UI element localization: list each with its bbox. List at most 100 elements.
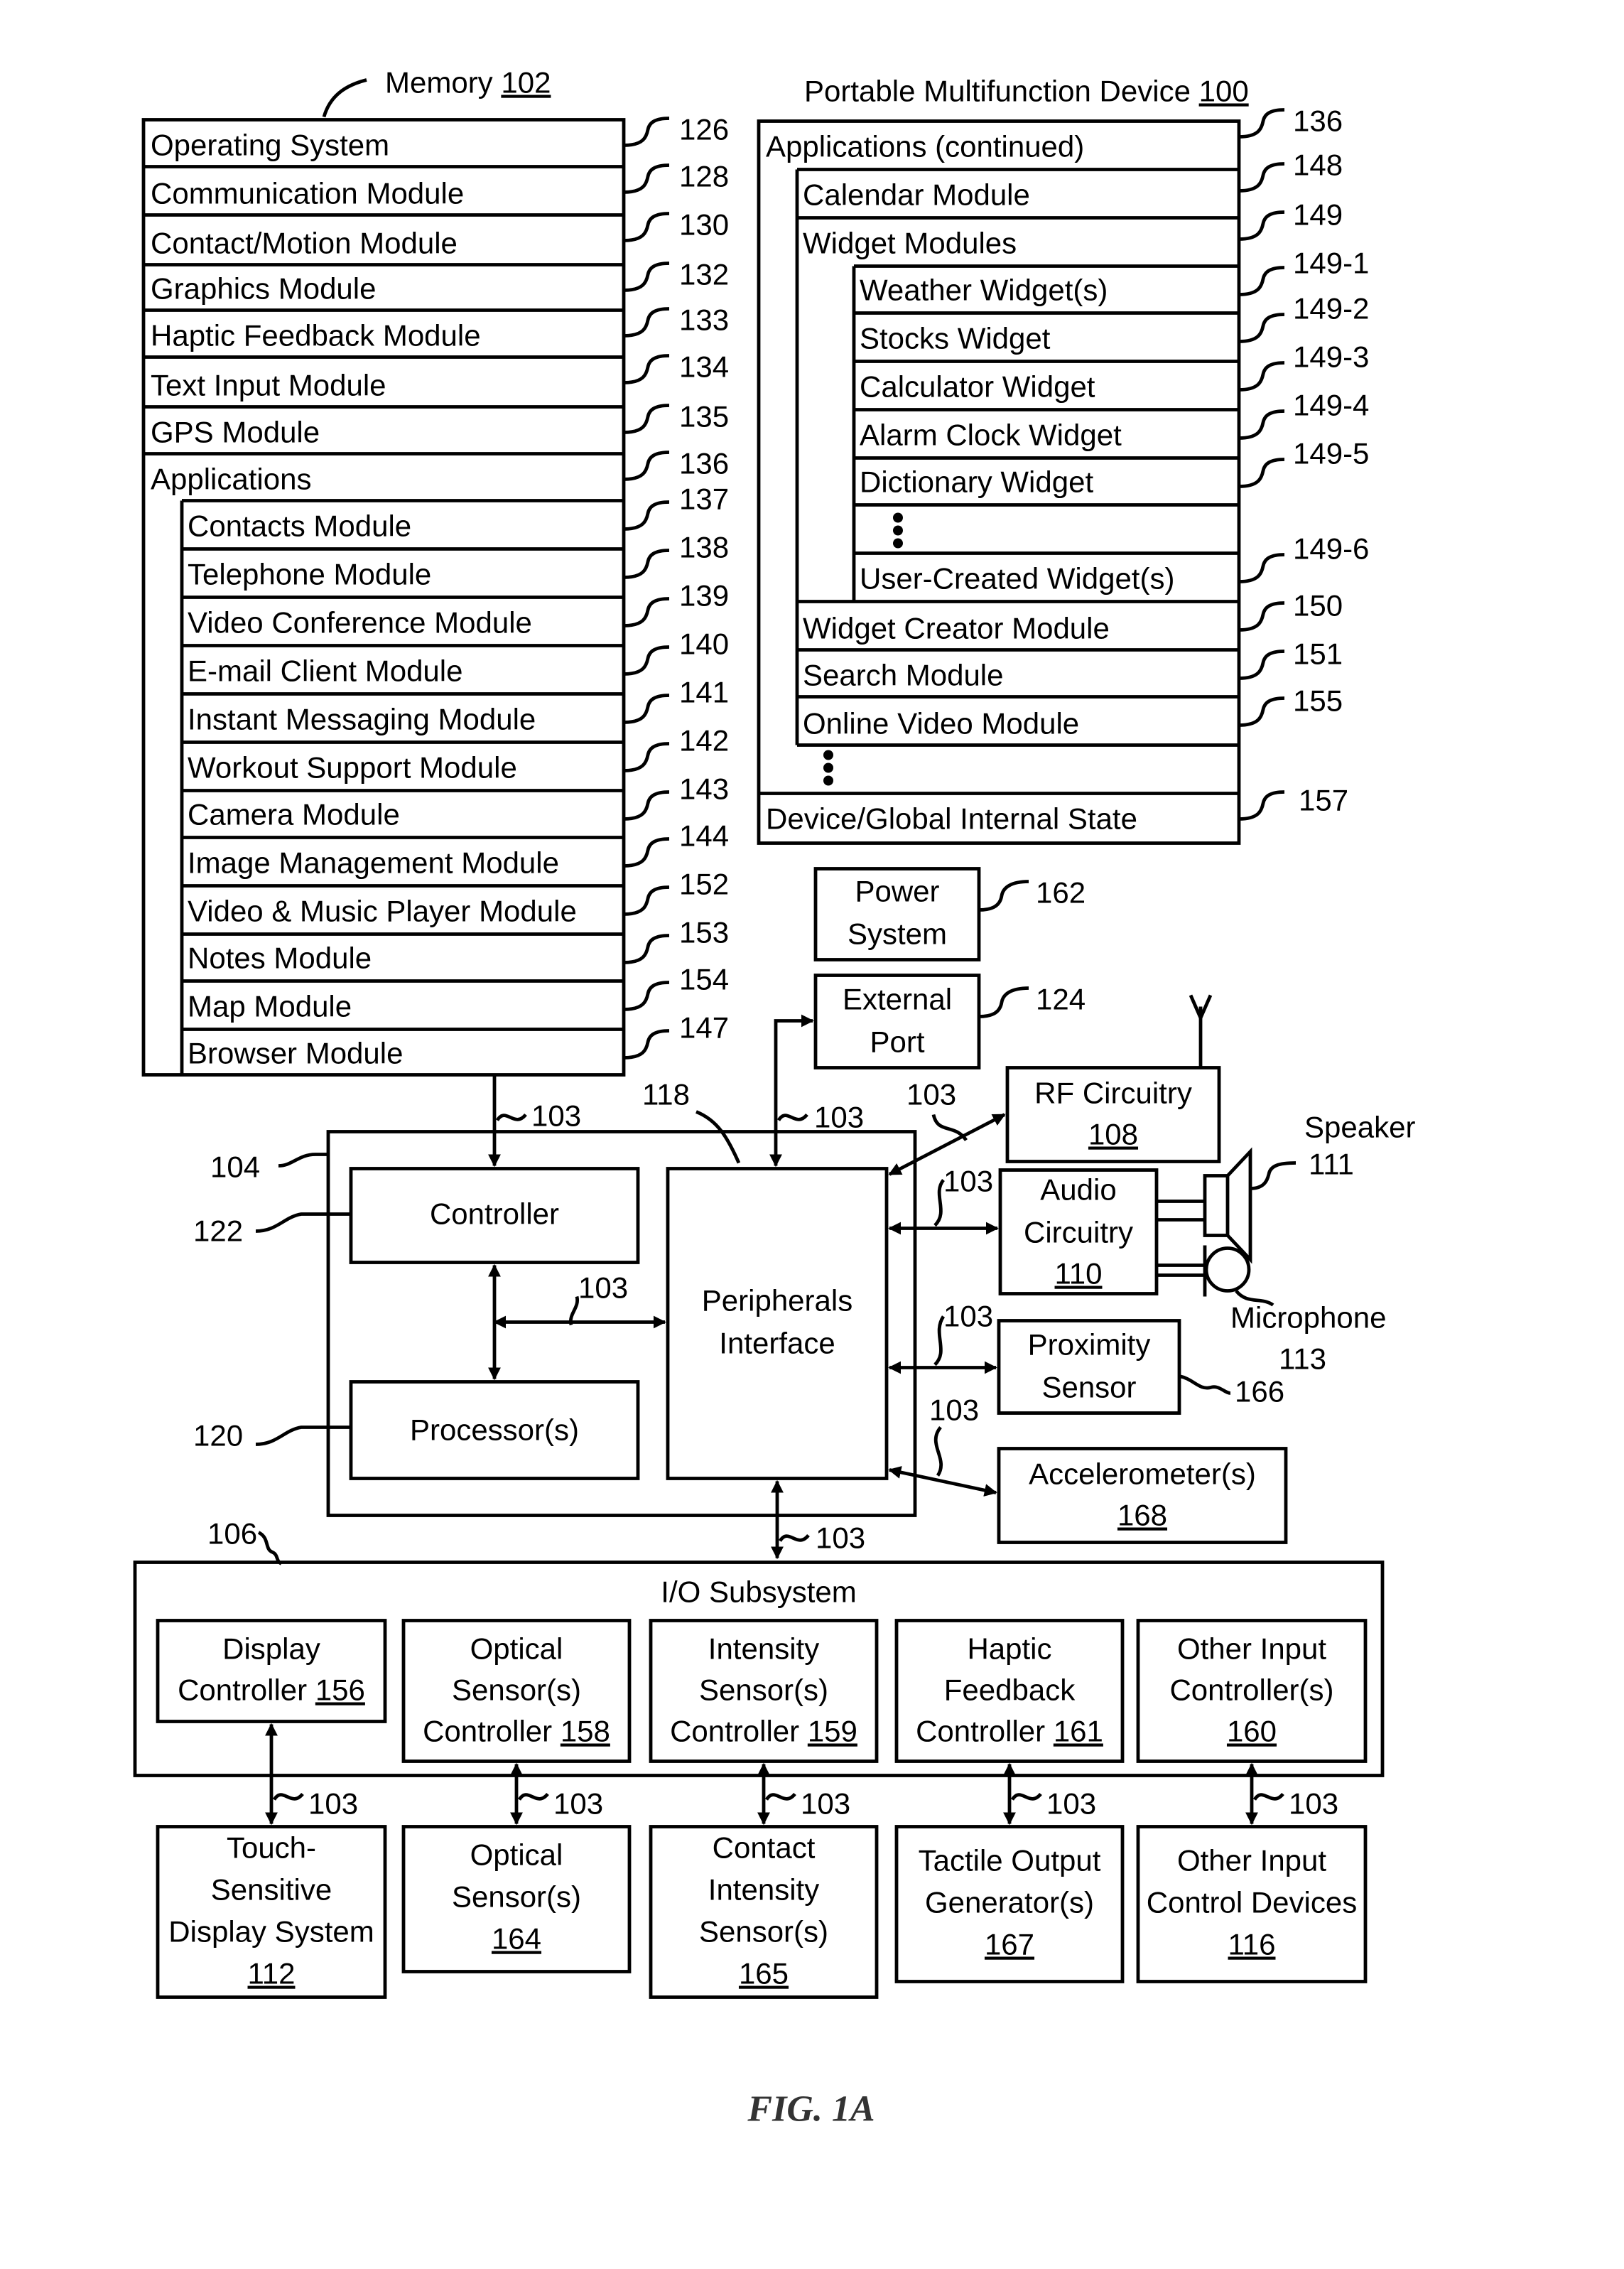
io-controller-label: Optical: [470, 1632, 563, 1666]
ref-label: 149-5: [1293, 437, 1369, 470]
ref-leader: [623, 1029, 670, 1060]
io-controller: Haptic Feedback Controller 161: [894, 1619, 1125, 1763]
io-controller-label: Other Input: [1177, 1632, 1326, 1666]
application-row-label: Video Conference Module: [188, 606, 532, 640]
ref-label: 111: [1309, 1148, 1354, 1181]
io-controller-label: Controller 158: [423, 1715, 610, 1748]
ref-leader: [1010, 1792, 1042, 1801]
power-label: Power: [855, 875, 939, 908]
processor-label: Processor(s): [410, 1413, 579, 1447]
ref-label: 132: [679, 258, 729, 291]
io-device-label: Sensor(s): [699, 1915, 828, 1949]
ref-label: 103: [816, 1521, 865, 1555]
ref-leader: [272, 1792, 304, 1801]
widget-row-label: Alarm Clock Widget: [860, 419, 1122, 452]
ref-leader: [1238, 790, 1285, 821]
io-device-label: Intensity: [708, 1873, 819, 1907]
memory-row-label: Contact/Motion Module: [151, 227, 458, 260]
audio-number: 110: [1055, 1257, 1103, 1290]
ref-label: 150: [1293, 589, 1343, 623]
ref-label: 104: [210, 1150, 260, 1184]
application-row-label: Image Management Module: [188, 846, 559, 880]
ref-label: 103: [814, 1101, 864, 1134]
io-device-label: Generator(s): [925, 1886, 1094, 1919]
ref-leader: [623, 742, 670, 772]
memory-row-label: Communication Module: [151, 177, 464, 210]
ref-label: 113: [1279, 1342, 1326, 1376]
ref-label: 155: [1293, 684, 1343, 718]
ref-label: 154: [679, 963, 729, 996]
proximity-sensor: Proximity Sensor 166: [997, 1319, 1284, 1415]
ref-leader: [764, 1792, 796, 1801]
memory-row: Communication Module 128: [144, 160, 729, 210]
io-controller-number: 160: [1227, 1715, 1277, 1748]
ref-label: 103: [578, 1271, 628, 1305]
external-port: External Port 124: [813, 974, 1086, 1069]
proximity-label: Proximity: [1028, 1328, 1151, 1362]
io-controller: Intensity Sensor(s) Controller 159: [649, 1619, 879, 1763]
ref-leader: [623, 934, 670, 964]
figure-label: FIG. 1A: [747, 2089, 875, 2130]
application-row-label: Video & Music Player Module: [188, 895, 577, 928]
device-row-label: Online Video Module: [803, 707, 1079, 740]
io-device-label: Other Input: [1177, 1844, 1326, 1877]
device-row-label: Calendar Module: [803, 178, 1030, 212]
peripherals-label: Interface: [719, 1327, 835, 1360]
ref-label: 120: [193, 1419, 243, 1453]
ref-leader: [1238, 650, 1285, 680]
ref-label: 148: [1293, 149, 1343, 182]
application-row-label: Map Module: [188, 990, 352, 1023]
memory-block: Memory 102 Operating System 126 Communicat…: [141, 66, 729, 1077]
ref-label: 162: [1036, 876, 1086, 910]
ref-label: 103: [943, 1300, 993, 1333]
device-row-label: Device/Global Internal State: [766, 802, 1137, 836]
io-title: I/O Subsystem: [661, 1575, 856, 1609]
ref-label: 136: [679, 447, 729, 480]
memory-row-label: Applications: [151, 463, 311, 496]
io-controller-label: Haptic: [967, 1632, 1051, 1666]
application-row-label: Notes Module: [188, 942, 372, 975]
ref-label: 103: [308, 1787, 358, 1821]
ref-label: 149: [1293, 198, 1343, 232]
io-controller-label: Sensor(s): [699, 1674, 828, 1707]
ref-label: 149-3: [1293, 340, 1369, 374]
io-device-number: 165: [739, 1957, 789, 1990]
microphone-label: Microphone: [1230, 1301, 1386, 1335]
ref-label: 135: [679, 400, 729, 433]
ref-leader: [623, 500, 670, 531]
io-device-label: Sensor(s): [452, 1880, 581, 1914]
ref-label: 103: [801, 1787, 850, 1821]
memory-title: Memory 102: [385, 66, 551, 99]
io-controller: Optical Sensor(s) Controller 158: [401, 1619, 632, 1763]
application-row-label: Camera Module: [188, 798, 400, 831]
ref-leader: [623, 404, 670, 434]
audio-label: Circuitry: [1024, 1216, 1133, 1249]
io-device: Touch- Sensitive Display System 112: [156, 1825, 387, 1999]
ref-leader: [623, 307, 670, 338]
io-controller-label: Controller 161: [916, 1715, 1103, 1748]
io-device-label: Tactile Output: [919, 1844, 1101, 1877]
memory-row-label: Text Input Module: [151, 369, 386, 402]
ref-label: 139: [679, 579, 729, 613]
ref-label: 157: [1299, 784, 1348, 817]
device-block: Portable Multifunction Device 100 Applic…: [757, 75, 1369, 845]
application-row-label: Browser Module: [188, 1037, 403, 1070]
ref-label: 103: [1046, 1787, 1096, 1821]
device-row-label: Widget Creator Module: [803, 612, 1110, 645]
ref-leader: [623, 790, 670, 821]
ref-label: 103: [531, 1099, 581, 1133]
memory-row-label: Graphics Module: [151, 272, 376, 306]
io-device-label: Touch-: [227, 1831, 316, 1865]
port-label: External: [843, 983, 952, 1016]
io-controller-label: Controller 156: [178, 1674, 365, 1707]
memory-row-label: GPS Module: [151, 416, 320, 449]
application-row-label: Workout Support Module: [188, 751, 517, 785]
device-row-label: Widget Modules: [803, 227, 1017, 260]
proximity-label: Sensor: [1041, 1371, 1136, 1404]
ref-label: 140: [679, 627, 729, 661]
io-device-number: 116: [1228, 1928, 1276, 1961]
io-controller-label: Sensor(s): [452, 1674, 581, 1707]
chip-104: 104 Controller 122 Processor(s) 120 Peri…: [193, 1078, 917, 1517]
ellipsis-icon: [893, 512, 903, 549]
io-device-number: 164: [492, 1922, 541, 1956]
